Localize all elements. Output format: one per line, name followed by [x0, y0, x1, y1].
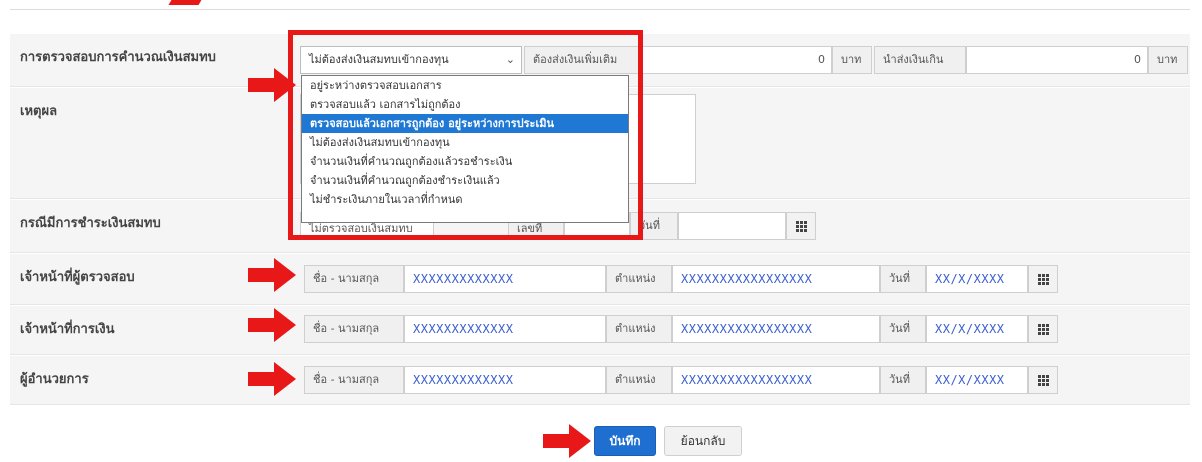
finance-position-label: ตำแหน่ง — [606, 315, 672, 343]
calendar-icon — [1038, 324, 1049, 335]
calendar-icon — [1038, 274, 1049, 285]
director-position-input[interactable]: XXXXXXXXXXXXXXXXX — [672, 366, 880, 394]
finance-name-label: ชื่อ - นามสกุล — [304, 315, 404, 343]
finance-date-label: วันที่ — [880, 315, 926, 343]
examiner-position-input[interactable]: XXXXXXXXXXXXXXXXX — [672, 265, 880, 293]
examiner-date-label: วันที่ — [880, 265, 926, 293]
annotation-mark — [168, 0, 202, 5]
finance-name-input[interactable]: XXXXXXXXXXXXX — [404, 315, 606, 343]
reason-label: เหตุผล — [20, 104, 58, 119]
director-label: ผู้อำนวยการ — [20, 372, 89, 387]
finance-calendar-button[interactable] — [1028, 315, 1058, 343]
finance-officer-label: เจ้าหน้าที่การเงิน — [20, 322, 115, 337]
examiner-date-input[interactable]: XX/X/XXXX — [926, 265, 1028, 293]
annotation-arrow-icon — [248, 362, 296, 396]
calendar-icon — [796, 221, 807, 232]
page-header — [10, 0, 1190, 10]
examiner-name-label: ชื่อ - นามสกุล — [304, 265, 404, 293]
annotation-arrow-icon — [248, 308, 296, 342]
calculation-check-label: การตรวจสอบการคำนวณเงินสมทบ — [20, 50, 216, 65]
annotation-highlight-box — [288, 30, 643, 240]
director-calendar-button[interactable] — [1028, 366, 1058, 394]
finance-date-input[interactable]: XX/X/XXXX — [926, 315, 1028, 343]
annotation-arrow-icon — [248, 68, 296, 102]
back-button[interactable]: ย้อนกลับ — [664, 426, 742, 456]
examiner-label: เจ้าหน้าที่ผู้ตรวจสอบ — [20, 270, 135, 285]
finance-position-input[interactable]: XXXXXXXXXXXXXXXXX — [672, 315, 880, 343]
overpaid-currency: บาท — [1148, 46, 1188, 74]
save-button[interactable]: บันทึก — [594, 426, 656, 456]
payment-calendar-button[interactable] — [786, 212, 816, 240]
payment-date-input[interactable] — [678, 212, 786, 240]
additional-payment-input[interactable]: 0 — [642, 46, 832, 74]
header-divider — [10, 9, 1190, 10]
director-position-label: ตำแหน่ง — [606, 366, 672, 394]
calendar-icon — [1038, 375, 1049, 386]
examiner-calendar-button[interactable] — [1028, 265, 1058, 293]
overpaid-label: นำส่งเงินเกิน — [874, 46, 966, 74]
examiner-name-input[interactable]: XXXXXXXXXXXXX — [404, 265, 606, 293]
director-date-label: วันที่ — [880, 366, 926, 394]
director-name-input[interactable]: XXXXXXXXXXXXX — [404, 366, 606, 394]
annotation-arrow-icon — [543, 424, 591, 458]
director-date-input[interactable]: XX/X/XXXX — [926, 366, 1028, 394]
annotation-arrow-icon — [248, 258, 296, 292]
examiner-position-label: ตำแหน่ง — [606, 265, 672, 293]
additional-payment-currency: บาท — [832, 46, 872, 74]
payment-label: กรณีมีการชำระเงินสมทบ — [20, 216, 161, 231]
overpaid-input[interactable]: 0 — [966, 46, 1148, 74]
director-name-label: ชื่อ - นามสกุล — [304, 366, 404, 394]
